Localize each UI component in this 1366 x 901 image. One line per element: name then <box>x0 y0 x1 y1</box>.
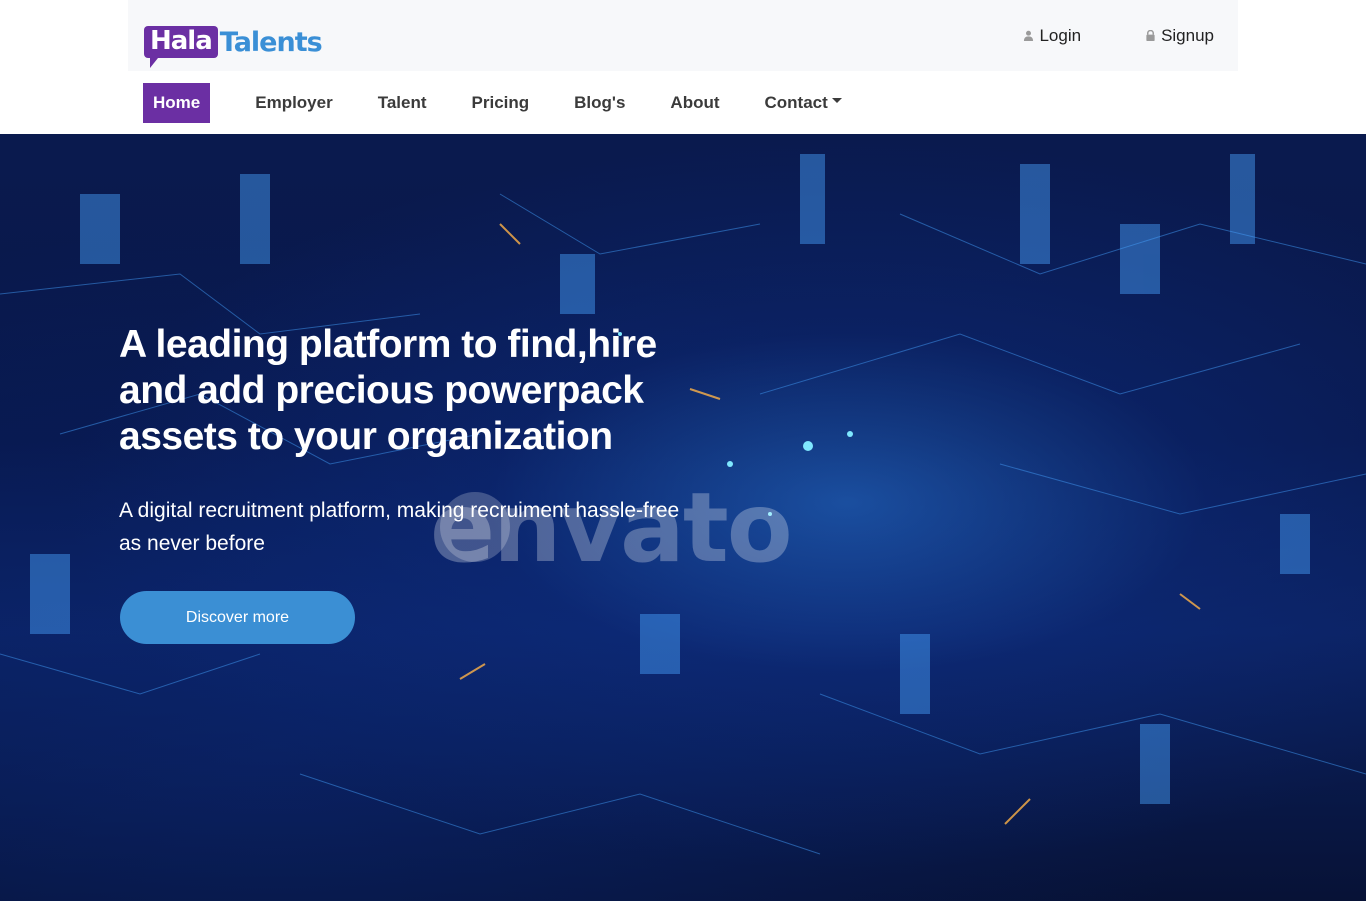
nav-item-talent[interactable]: Talent <box>378 83 427 123</box>
logo-hala-text: Hala <box>144 25 218 68</box>
discover-more-button[interactable]: Discover more <box>120 591 355 644</box>
top-bar: Hala Talents Login Signup <box>128 0 1238 71</box>
user-icon <box>1024 30 1034 41</box>
logo-talents-text: Talents <box>219 26 323 58</box>
hero-title: A leading platform to find,hire and add … <box>119 323 657 458</box>
login-link[interactable]: Login <box>1023 26 1081 46</box>
main-nav: Home Employer Talent Pricing Blog's Abou… <box>0 71 1366 134</box>
auth-links: Login Signup <box>1023 26 1214 46</box>
signup-label: Signup <box>1161 25 1214 45</box>
nav-item-label: Contact <box>764 92 828 112</box>
signup-link[interactable]: Signup <box>1145 26 1214 46</box>
nav-item-label: Talent <box>377 92 427 112</box>
nav-item-label: Blog's <box>574 92 626 112</box>
nav-item-pricing[interactable]: Pricing <box>472 83 530 123</box>
caret-down-icon <box>831 98 842 103</box>
nav-item-label: About <box>670 92 720 112</box>
nav-item-blogs[interactable]: Blog's <box>574 83 625 123</box>
hero-banner: envato A leading platform to find,hire a… <box>0 134 1366 901</box>
nav-item-about[interactable]: About <box>670 83 719 123</box>
brand-logo[interactable]: Hala Talents <box>144 14 323 68</box>
nav-item-label: Pricing <box>471 92 530 112</box>
discover-more-label: Discover more <box>185 608 290 626</box>
nav-item-home[interactable]: Home <box>143 82 211 123</box>
nav-item-label: Home <box>153 92 201 112</box>
nav-item-contact[interactable]: Contact <box>765 83 842 123</box>
login-label: Login <box>1039 25 1082 45</box>
hero-subtitle: A digital recruitment platform, making r… <box>119 499 680 555</box>
lock-icon <box>1146 30 1155 41</box>
nav-item-employer[interactable]: Employer <box>255 83 332 123</box>
nav-item-label: Employer <box>255 92 333 112</box>
